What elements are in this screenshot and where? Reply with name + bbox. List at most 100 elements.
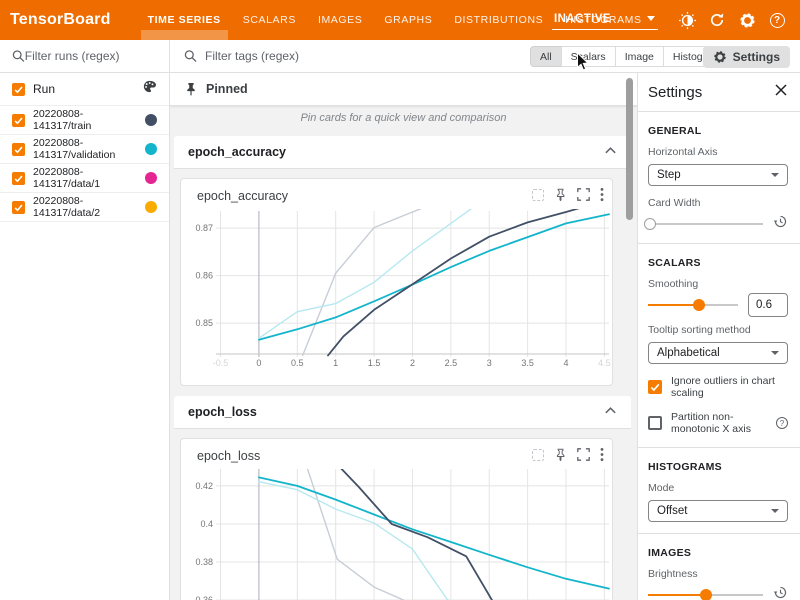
reset-icon[interactable] — [773, 214, 788, 234]
tab-time-series[interactable]: TIME SERIES — [137, 0, 232, 40]
svg-text:0.87: 0.87 — [195, 223, 213, 233]
run-color-dot[interactable] — [145, 114, 157, 126]
histograms-heading: HISTOGRAMS — [648, 461, 788, 473]
run-row[interactable]: 20220808-141317/validation — [0, 135, 169, 164]
partition-x-checkbox[interactable] — [648, 416, 662, 430]
tooltip-sort-select[interactable]: Alphabetical — [648, 342, 788, 364]
run-list: 20220808-141317/train 20220808-141317/val… — [0, 106, 169, 222]
run-filter-input[interactable] — [25, 49, 161, 63]
pin-icon[interactable] — [554, 448, 567, 461]
run-row[interactable]: 20220808-141317/data/2 — [0, 193, 169, 222]
help-icon: ? — [776, 417, 788, 429]
filter-button-image[interactable]: Image — [615, 46, 664, 67]
runs-sidebar: Run 20220808-141317/train20220808-141317… — [0, 40, 170, 600]
help-icon[interactable]: ? — [768, 11, 786, 29]
run-color-dot[interactable] — [145, 143, 157, 155]
scalar-card-epoch-loss: epoch_loss 0.420.40.380.36 — [180, 438, 613, 600]
tab-images[interactable]: IMAGES — [307, 0, 373, 40]
reset-icon[interactable] — [773, 585, 788, 600]
run-checkbox[interactable] — [12, 172, 25, 185]
run-row[interactable]: 20220808-141317/data/1 — [0, 164, 169, 193]
histogram-mode-select[interactable]: Offset — [648, 500, 788, 522]
chevron-down-icon — [771, 173, 779, 177]
card-actions — [522, 187, 604, 202]
pin-icon[interactable] — [554, 188, 567, 201]
svg-text:-0.5: -0.5 — [213, 358, 229, 368]
svg-text:1: 1 — [333, 358, 338, 368]
svg-text:0.5: 0.5 — [291, 358, 304, 368]
scalars-heading: SCALARS — [648, 257, 788, 269]
check-icon — [13, 84, 24, 95]
section-header-epoch-accuracy[interactable]: epoch_accuracy — [174, 136, 631, 169]
section-header-epoch-loss[interactable]: epoch_loss — [174, 396, 631, 429]
ignore-outliers-checkbox[interactable] — [648, 380, 662, 394]
run-checkbox[interactable] — [12, 143, 25, 156]
more-icon[interactable] — [600, 187, 604, 202]
gear-icon[interactable] — [738, 11, 756, 29]
scrollbar-thumb[interactable] — [626, 78, 633, 220]
dashboard-content: Pinned Pin cards for a quick view and co… — [170, 73, 637, 600]
tab-distributions[interactable]: DISTRIBUTIONS — [443, 0, 554, 40]
chevron-up-icon[interactable] — [604, 143, 617, 161]
reload-icon[interactable] — [708, 11, 726, 29]
svg-text:3: 3 — [487, 358, 492, 368]
run-name: 20220808-141317/validation — [33, 137, 115, 161]
run-checkbox[interactable] — [12, 114, 25, 127]
svg-text:1.5: 1.5 — [368, 358, 381, 368]
section-title: epoch_accuracy — [188, 145, 286, 159]
fit-domain-icon[interactable] — [532, 449, 544, 461]
filter-button-all[interactable]: All — [530, 46, 562, 67]
pin-icon — [184, 82, 198, 96]
card-title: epoch_loss — [197, 449, 260, 463]
tooltip-sort-value: Alphabetical — [657, 347, 720, 359]
divider — [638, 111, 800, 112]
more-icon[interactable] — [600, 447, 604, 462]
tag-filter-input[interactable] — [205, 49, 484, 63]
pinned-title: Pinned — [206, 82, 248, 96]
reload-status-select[interactable]: INACTIVE — [552, 11, 658, 30]
horizontal-axis-value: Step — [657, 169, 681, 181]
tab-graphs[interactable]: GRAPHS — [373, 0, 443, 40]
smoothing-label: Smoothing — [648, 278, 788, 290]
fit-domain-icon[interactable] — [532, 189, 544, 201]
svg-text:2: 2 — [410, 358, 415, 368]
run-color-dot[interactable] — [145, 172, 157, 184]
brightness-slider[interactable] — [648, 589, 763, 600]
settings-panel-title: Settings — [648, 84, 702, 101]
svg-text:2.5: 2.5 — [445, 358, 458, 368]
horizontal-axis-select[interactable]: Step — [648, 164, 788, 186]
smoothing-value-input[interactable]: 0.6 — [748, 293, 788, 317]
fullscreen-icon[interactable] — [577, 188, 590, 201]
card-width-slider[interactable] — [648, 218, 763, 230]
smoothing-slider[interactable] — [648, 299, 738, 311]
run-row[interactable]: 20220808-141317/train — [0, 106, 169, 135]
status-label: INACTIVE — [554, 13, 611, 25]
images-heading: IMAGES — [648, 547, 788, 559]
svg-text:0.85: 0.85 — [195, 318, 213, 328]
brightness-toggle-icon[interactable] — [678, 11, 696, 29]
palette-icon[interactable] — [142, 79, 157, 99]
line-chart-epoch-loss[interactable]: 0.420.40.380.36 — [181, 469, 614, 600]
run-color-dot[interactable] — [145, 201, 157, 213]
settings-button[interactable]: Settings — [703, 46, 790, 68]
search-icon — [12, 49, 25, 63]
ignore-outliers-row[interactable]: Ignore outliers in chart scaling — [648, 375, 788, 399]
run-name: 20220808-141317/train — [33, 108, 91, 132]
gear-icon — [713, 50, 727, 64]
svg-text:0.42: 0.42 — [195, 481, 213, 491]
app-bar: TensorBoard TIME SERIESSCALARSIMAGESGRAP… — [0, 0, 800, 40]
run-checkbox[interactable] — [12, 201, 25, 214]
partition-x-row[interactable]: Partition non-monotonic X axis ? — [648, 411, 788, 435]
card-width-label: Card Width — [648, 197, 788, 209]
chevron-up-icon[interactable] — [604, 403, 617, 421]
chevron-down-icon — [771, 351, 779, 355]
chevron-down-icon — [647, 16, 655, 21]
tab-scalars[interactable]: SCALARS — [232, 0, 307, 40]
select-all-runs-checkbox[interactable] — [12, 83, 25, 96]
close-icon[interactable] — [774, 83, 788, 102]
card-actions — [522, 447, 604, 462]
tooltip-sort-label: Tooltip sorting method — [648, 324, 788, 336]
svg-text:0.86: 0.86 — [195, 271, 213, 281]
fullscreen-icon[interactable] — [577, 448, 590, 461]
line-chart-epoch-accuracy[interactable]: 0.850.860.87-0.500.511.522.533.544.5 — [181, 209, 614, 373]
